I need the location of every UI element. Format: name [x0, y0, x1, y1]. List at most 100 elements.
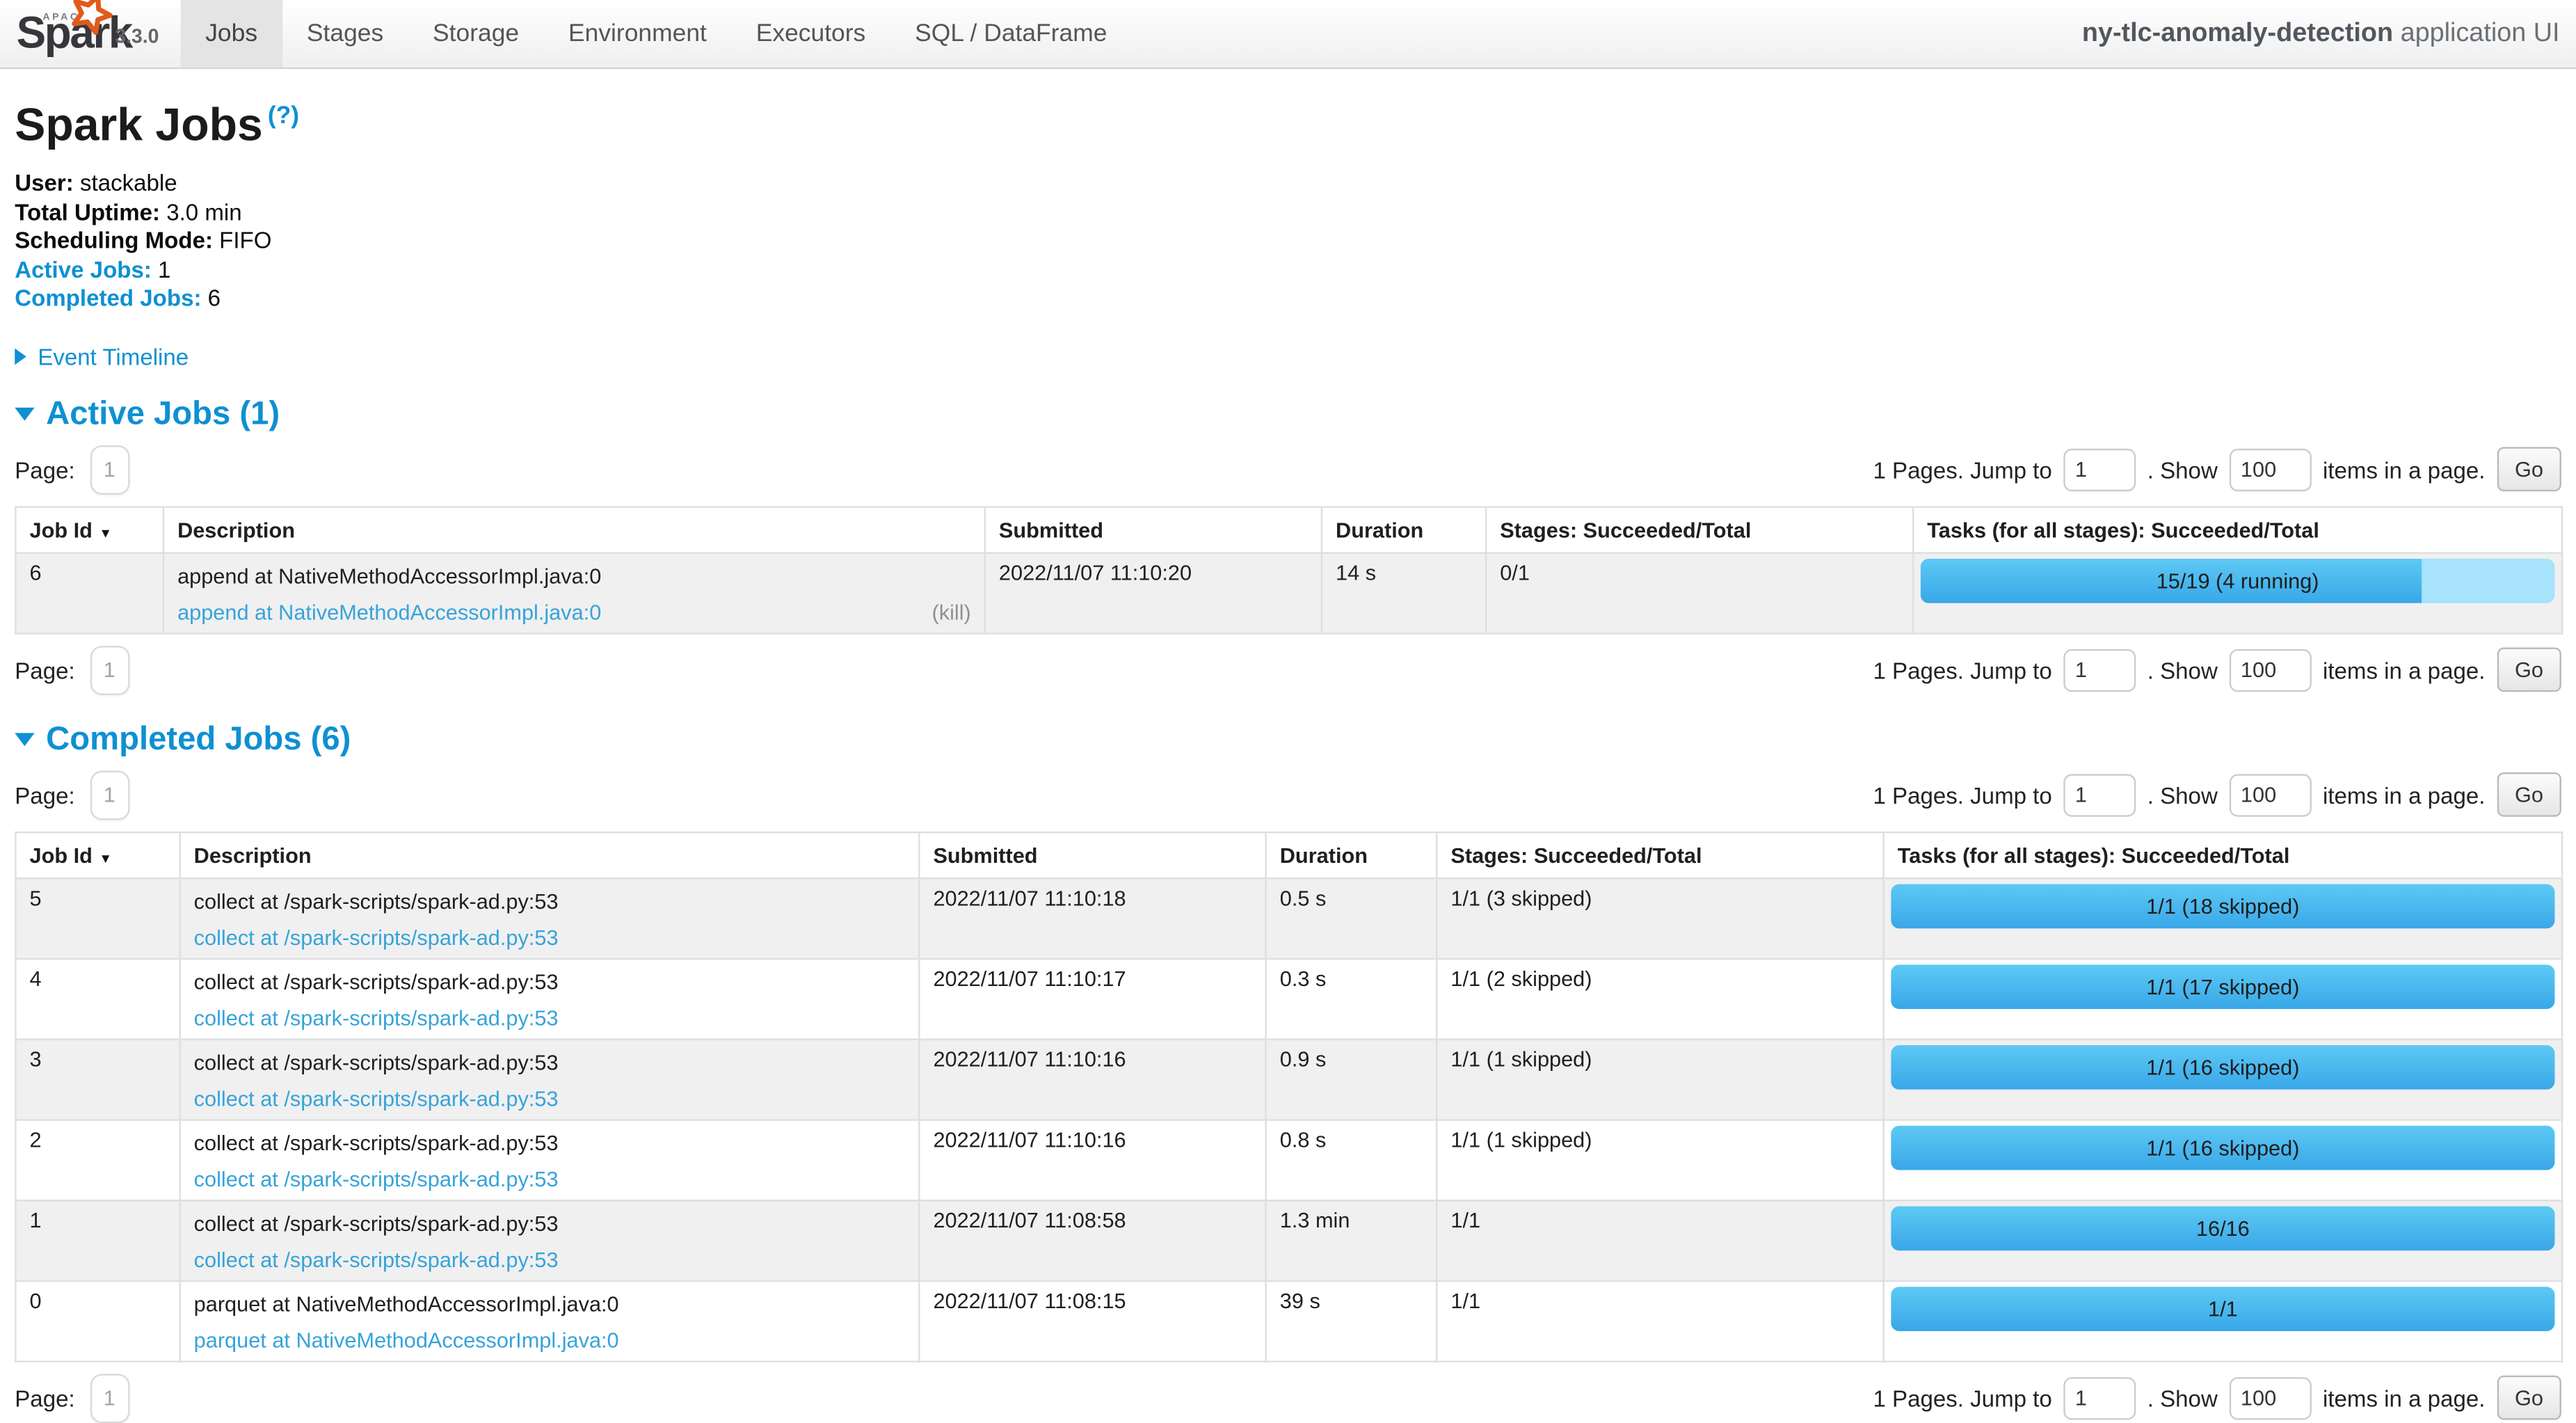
page-number-button[interactable]: 1 [90, 770, 129, 820]
column-header-duration[interactable]: Duration [1266, 832, 1437, 878]
summary-item-completed-jobs: Completed Jobs: 6 [15, 285, 2561, 313]
event-timeline-label[interactable]: Event Timeline [38, 343, 189, 369]
jump-to-page-input[interactable] [2063, 448, 2136, 491]
tab-executors[interactable]: Executors [731, 0, 890, 67]
pages-count-text: 1 Pages. Jump to [1873, 456, 2051, 483]
pagination-bar: Page: 1 1 Pages. Jump to . Show items in… [15, 770, 2561, 820]
tab-stages[interactable]: Stages [282, 0, 408, 67]
spark-logo[interactable]: Spark APACHE 3.3.0 [10, 0, 174, 67]
column-header-duration[interactable]: Duration [1322, 507, 1486, 552]
items-per-page-input[interactable] [2229, 774, 2311, 816]
column-label: Stages: Succeeded/Total [1450, 843, 1702, 867]
kill-link[interactable]: (kill) [931, 600, 970, 626]
expanded-arrow-icon [15, 408, 34, 421]
page-number-button[interactable]: 1 [90, 445, 129, 495]
page-number-button[interactable]: 1 [90, 1374, 129, 1423]
column-header-stages-succeeded-total[interactable]: Stages: Succeeded/Total [1437, 832, 1883, 878]
column-header-tasks-for-all-stages-succeeded-total[interactable]: Tasks (for all stages): Succeeded/Total [1913, 507, 2562, 552]
job-row: 6append at NativeMethodAccessorImpl.java… [15, 552, 2562, 633]
tasks-progress-bar: 1/1 [1891, 1287, 2554, 1331]
job-description: collect at /spark-scripts/spark-ad.py:53 [194, 889, 906, 915]
page-title-text: Spark Jobs [15, 99, 263, 150]
job-detail-link[interactable]: collect at /spark-scripts/spark-ad.py:53 [194, 925, 559, 951]
column-header-description[interactable]: Description [180, 832, 920, 878]
job-row: 3collect at /spark-scripts/spark-ad.py:5… [15, 1039, 2562, 1120]
sort-desc-icon: ▼ [99, 525, 112, 540]
summary-item-scheduling-mode: Scheduling Mode: FIFO [15, 228, 2561, 256]
application-name: ny-tlc-anomaly-detection application UI [2082, 0, 2560, 67]
column-label: Tasks (for all stages): Succeeded/Total [1898, 843, 2290, 867]
description-cell: collect at /spark-scripts/spark-ad.py:53… [180, 1200, 920, 1281]
app-ui-suffix: application UI [2393, 19, 2559, 47]
description-cell: collect at /spark-scripts/spark-ad.py:53… [180, 878, 920, 959]
stages-cell: 1/1 (3 skipped) [1437, 878, 1883, 959]
spark-star-icon [65, 0, 115, 41]
active-jobs-section: Active Jobs (1) Page: 1 1 Pages. Jump to… [15, 396, 2561, 695]
active-jobs-table: Job Id▼ Description Submitted Duration Stage… [15, 506, 2563, 634]
items-per-page-input[interactable] [2229, 1377, 2311, 1420]
tab-sql-dataframe[interactable]: SQL / DataFrame [890, 0, 1132, 67]
jump-to-page-input[interactable] [2063, 774, 2136, 816]
jump-to-page-input[interactable] [2063, 1377, 2136, 1420]
summary-link-label[interactable]: Completed Jobs: [15, 285, 201, 311]
submitted-cell: 2022/11/07 11:10:16 [919, 1039, 1265, 1120]
tab-environment[interactable]: Environment [544, 0, 732, 67]
summary-label: User: [15, 170, 74, 196]
items-per-page-input[interactable] [2229, 448, 2311, 491]
column-header-stages-succeeded-total[interactable]: Stages: Succeeded/Total [1486, 507, 1913, 552]
job-detail-link[interactable]: collect at /spark-scripts/spark-ad.py:53 [194, 1247, 559, 1273]
summary-value: FIFO [219, 228, 271, 254]
progress-label: 1/1 (16 skipped) [1891, 1125, 2554, 1170]
tab-storage[interactable]: Storage [408, 0, 544, 67]
items-in-page-text: items in a page. [2323, 456, 2485, 483]
column-label: Duration [1336, 518, 1423, 542]
completed-jobs-table: Job Id▼DescriptionSubmitted Duration Stage… [15, 832, 2563, 1362]
tab-jobs[interactable]: Jobs [181, 0, 282, 67]
job-description: collect at /spark-scripts/spark-ad.py:53 [194, 1211, 906, 1237]
pagination-left: Page: 1 [15, 445, 129, 495]
go-button[interactable]: Go [2497, 447, 2561, 492]
column-label: Duration [1280, 843, 1368, 867]
column-header-submitted[interactable]: Submitted [985, 507, 1322, 552]
job-detail-link[interactable]: parquet at NativeMethodAccessorImpl.java… [194, 1328, 619, 1354]
pages-count-text: 1 Pages. Jump to [1873, 657, 2051, 683]
job-description: collect at /spark-scripts/spark-ad.py:53 [194, 1130, 906, 1156]
help-link[interactable]: (?) [268, 102, 299, 129]
summary-value: stackable [80, 170, 177, 196]
column-header-job-id[interactable]: Job Id▼ [15, 507, 163, 552]
submitted-cell: 2022/11/07 11:08:58 [919, 1200, 1265, 1281]
completed-jobs-header[interactable]: Completed Jobs (6) [15, 721, 2561, 758]
column-label: Description [177, 518, 295, 542]
items-in-page-text: items in a page. [2323, 1385, 2485, 1412]
summary-list: User: stackableTotal Uptime: 3.0 minSche… [15, 170, 2561, 314]
active-jobs-header[interactable]: Active Jobs (1) [15, 396, 2561, 434]
stages-cell: 0/1 [1486, 552, 1913, 633]
job-detail-link[interactable]: collect at /spark-scripts/spark-ad.py:53 [194, 1166, 559, 1193]
summary-item-active-jobs: Active Jobs: 1 [15, 256, 2561, 285]
summary-link-label[interactable]: Active Jobs: [15, 256, 152, 283]
go-button[interactable]: Go [2497, 773, 2561, 818]
jump-to-page-input[interactable] [2063, 649, 2136, 691]
go-button[interactable]: Go [2497, 648, 2561, 692]
page-label: Page: [15, 456, 74, 483]
column-header-submitted[interactable]: Submitted [919, 832, 1265, 878]
tasks-progress-bar: 1/1 (17 skipped) [1891, 964, 2554, 1009]
show-text: . Show [2147, 657, 2218, 683]
column-header-job-id[interactable]: Job Id▼ [15, 832, 179, 878]
job-id-cell: 5 [15, 878, 179, 959]
job-description: collect at /spark-scripts/spark-ad.py:53 [194, 969, 906, 996]
page-number-button[interactable]: 1 [90, 646, 129, 695]
show-text: . Show [2147, 1385, 2218, 1412]
job-detail-link[interactable]: append at NativeMethodAccessorImpl.java:… [177, 600, 601, 626]
job-id-cell: 2 [15, 1120, 179, 1200]
column-header-tasks-for-all-stages-succeeded-total[interactable]: Tasks (for all stages): Succeeded/Total [1884, 832, 2562, 878]
job-row: 2 collect at /spark-scripts/spark-ad.py:5… [15, 1120, 2562, 1200]
submitted-cell: 2022/11/07 11:10:16 [919, 1120, 1265, 1200]
go-button[interactable]: Go [2497, 1376, 2561, 1421]
column-header-description[interactable]: Description [163, 507, 985, 552]
job-detail-link[interactable]: collect at /spark-scripts/spark-ad.py:53 [194, 1086, 559, 1113]
description-cell: collect at /spark-scripts/spark-ad.py:53… [180, 959, 920, 1040]
event-timeline-toggle[interactable]: Event Timeline [15, 343, 2561, 369]
items-per-page-input[interactable] [2229, 649, 2311, 691]
job-detail-link[interactable]: collect at /spark-scripts/spark-ad.py:53 [194, 1005, 559, 1032]
